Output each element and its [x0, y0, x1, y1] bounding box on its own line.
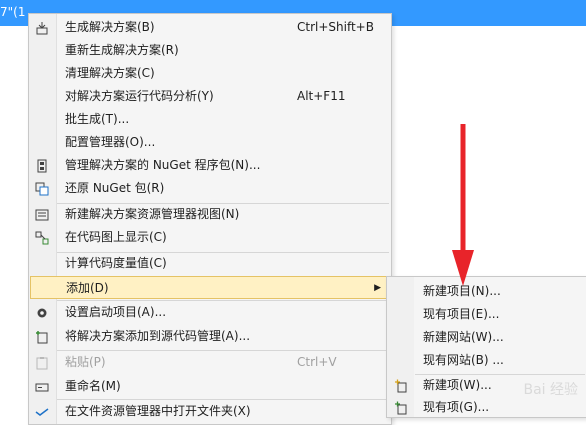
submenu-item-label: 现有项目(E)...: [423, 307, 500, 321]
submenu-arrow-icon: ▶: [374, 283, 381, 293]
open-folder-icon: [34, 404, 50, 420]
gear-icon: [34, 305, 50, 321]
menu-item-label: 将解决方案添加到源代码管理(A)...: [65, 329, 251, 343]
code-map-icon: [34, 230, 50, 246]
menu-item-clean-solution[interactable]: 清理解决方案(C): [30, 62, 390, 85]
menu-item-label: 清理解决方案(C): [65, 66, 155, 80]
red-arrow-annotation: [452, 124, 474, 286]
source-control-add-icon: [34, 329, 50, 345]
menu-item-build-solution[interactable]: 生成解决方案(B) Ctrl+Shift+B: [30, 16, 390, 39]
restore-package-icon: [34, 181, 50, 197]
menu-item-set-startup-projects[interactable]: 设置启动项目(A)...: [30, 301, 390, 324]
new-view-icon: [34, 207, 50, 223]
build-icon: [34, 20, 50, 36]
menu-item-restore-nuget[interactable]: 还原 NuGet 包(R): [30, 177, 390, 200]
menu-item-label: 重命名(M): [65, 379, 121, 393]
menu-item-label: 重新生成解决方案(R): [65, 43, 179, 57]
menu-item-configuration-manager[interactable]: 配置管理器(O)...: [30, 131, 390, 154]
menu-item-manage-nuget[interactable]: 管理解决方案的 NuGet 程序包(N)...: [30, 154, 390, 177]
menu-item-new-explorer-view[interactable]: 新建解决方案资源管理器视图(N): [30, 203, 390, 226]
menu-item-label: 添加(D): [66, 281, 109, 295]
nuget-icon: [34, 158, 50, 174]
menu-item-rename[interactable]: 重命名(M): [30, 375, 390, 398]
menu-item-label: 批生成(T)...: [65, 112, 130, 126]
submenu-item-label: 现有网站(B) ...: [423, 353, 504, 367]
submenu-item-existing-project[interactable]: 现有项目(E)...: [388, 303, 586, 326]
submenu-item-existing-website[interactable]: 现有网站(B) ...: [388, 349, 586, 372]
menu-item-label: 在代码图上显示(C): [65, 230, 167, 244]
menu-item-paste[interactable]: 粘贴(P) Ctrl+V: [30, 351, 390, 374]
submenu-item-new-website[interactable]: 新建网站(W)...: [388, 326, 586, 349]
menu-item-calculate-metrics[interactable]: 计算代码度量值(C): [30, 252, 390, 275]
menu-item-label: 管理解决方案的 NuGet 程序包(N)...: [65, 158, 261, 172]
menu-item-rebuild-solution[interactable]: 重新生成解决方案(R): [30, 39, 390, 62]
menu-item-show-on-code-map[interactable]: 在代码图上显示(C): [30, 226, 390, 249]
menu-item-label: 计算代码度量值(C): [65, 256, 167, 270]
solution-context-menu: 生成解决方案(B) Ctrl+Shift+B 重新生成解决方案(R) 清理解决方…: [28, 13, 392, 425]
menu-item-batch-build[interactable]: 批生成(T)...: [30, 108, 390, 131]
submenu-item-new-project[interactable]: 新建项目(N)...: [388, 280, 586, 303]
menu-item-shortcut: Alt+F11: [297, 89, 346, 103]
menu-item-label: 配置管理器(O)...: [65, 135, 156, 149]
new-item-icon: [394, 378, 410, 394]
menu-item-label: 生成解决方案(B): [65, 20, 155, 34]
submenu-item-label: 新建网站(W)...: [423, 330, 504, 344]
paste-icon: [34, 355, 50, 371]
submenu-item-existing-item[interactable]: 现有项(G)...: [388, 396, 586, 419]
submenu-item-label: 现有项(G)...: [423, 400, 490, 414]
menu-item-label: 对解决方案运行代码分析(Y): [65, 89, 214, 103]
menu-item-add[interactable]: 添加(D) ▶: [30, 276, 390, 299]
menu-item-label: 粘贴(P): [65, 355, 106, 369]
rename-icon: [34, 379, 50, 395]
menu-item-label: 设置启动项目(A)...: [65, 305, 167, 319]
existing-item-icon: [394, 400, 410, 416]
submenu-item-label: 新建项(W)...: [423, 378, 492, 392]
menu-item-label: 还原 NuGet 包(R): [65, 181, 165, 195]
menu-item-label: 新建解决方案资源管理器视图(N): [65, 207, 240, 221]
watermark: Bai 经验: [523, 382, 578, 398]
menu-item-open-in-explorer[interactable]: 在文件资源管理器中打开文件夹(X): [30, 400, 390, 423]
menu-item-shortcut: Ctrl+V: [297, 355, 337, 369]
menu-item-shortcut: Ctrl+Shift+B: [297, 20, 374, 34]
menu-item-label: 在文件资源管理器中打开文件夹(X): [65, 404, 251, 418]
menu-item-add-to-source-control[interactable]: 将解决方案添加到源代码管理(A)...: [30, 325, 390, 348]
menu-item-run-code-analysis[interactable]: 对解决方案运行代码分析(Y) Alt+F11: [30, 85, 390, 108]
